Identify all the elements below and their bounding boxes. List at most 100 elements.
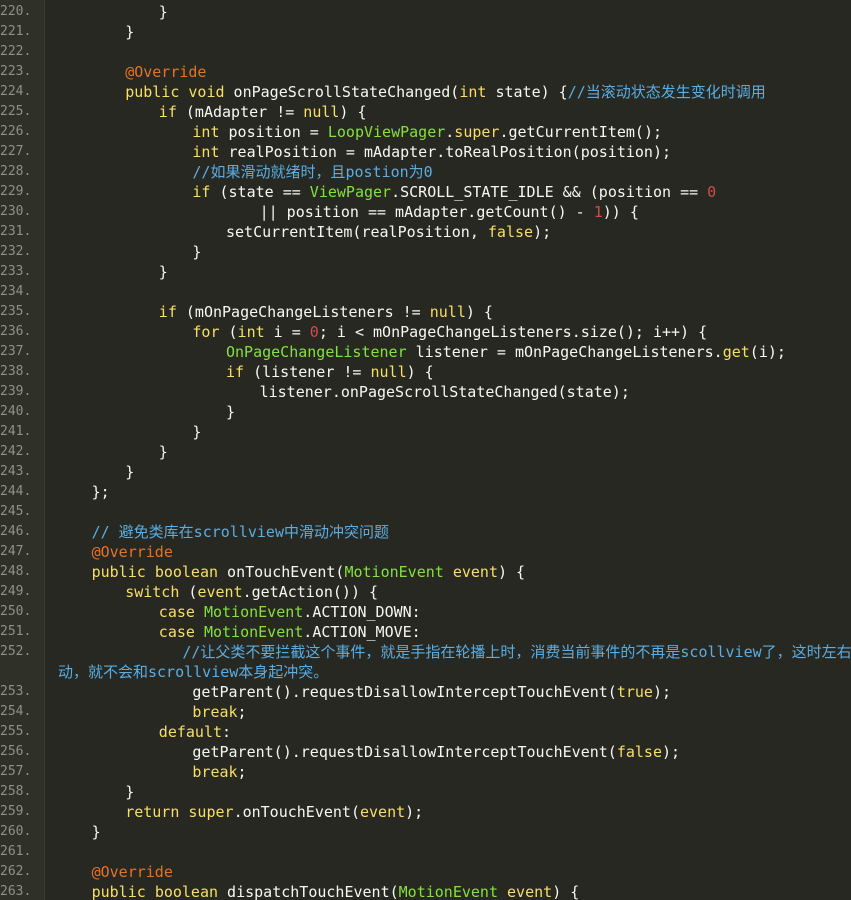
code-token: get xyxy=(722,343,750,361)
line-number: 262. xyxy=(0,864,32,879)
code-token: } xyxy=(158,3,168,21)
code-token: ( xyxy=(219,323,238,341)
code-token: dispatchTouchEvent( xyxy=(218,883,399,900)
code-token: .getCurrentItem(); xyxy=(499,123,663,141)
code-token: onTouchEvent( xyxy=(218,563,345,581)
code-token: ) { xyxy=(498,563,526,581)
code-token: boolean xyxy=(154,563,219,581)
code-line: } xyxy=(159,262,168,282)
code-editor[interactable]: 220. 221. 222. 223. 224. 225. 226. 227. 228. 229.… xyxy=(0,0,851,900)
line-number: 242. xyxy=(0,444,32,459)
code-token: MotionEvent xyxy=(203,623,304,641)
code-token: 0 xyxy=(707,183,717,201)
code-token: ) { xyxy=(339,103,367,121)
line-number: 258. xyxy=(0,784,32,799)
code-token: (state == xyxy=(210,183,310,201)
line-number: 251. xyxy=(0,624,32,639)
line-number: 241. xyxy=(0,424,32,439)
code-token: .ACTION_MOVE: xyxy=(303,623,421,641)
code-token: @Override xyxy=(125,63,207,81)
code-line: if (state == ViewPager.SCROLL_STATE_IDLE… xyxy=(192,182,716,202)
code-line: } xyxy=(192,422,201,442)
code-token: MotionEvent xyxy=(398,883,498,900)
code-token: getParent().requestDisallowInterceptTouc… xyxy=(192,743,617,761)
code-line: setCurrentItem(realPosition, false); xyxy=(226,222,551,242)
code-token: if xyxy=(158,303,177,321)
code-line: @Override xyxy=(125,62,206,82)
code-token: int xyxy=(459,83,487,101)
line-number: 230. xyxy=(0,204,32,219)
code-line: } xyxy=(125,782,134,802)
code-token: LoopViewPager xyxy=(327,123,446,141)
line-number: 221. xyxy=(0,24,32,39)
code-token: MotionEvent xyxy=(344,563,444,581)
code-token: public xyxy=(125,83,180,101)
line-number: 227. xyxy=(0,144,32,159)
code-line: }; xyxy=(92,482,110,502)
code-line: //让父类不要拦截这个事件，就是手指在轮播上时，消费当前事件的不再是scollv… xyxy=(182,642,851,662)
line-number: 236. xyxy=(0,324,32,339)
code-token: 动，就不会和scrollview本身起冲突。 xyxy=(58,663,329,681)
line-number: 223. xyxy=(0,64,32,79)
code-token: ); xyxy=(662,743,681,761)
code-line: case MotionEvent.ACTION_MOVE: xyxy=(159,622,421,642)
line-number: 226. xyxy=(0,124,32,139)
code-line: //如果滑动就绪时，且postion为0 xyxy=(192,162,432,182)
code-line: break; xyxy=(192,702,246,722)
code-token: } xyxy=(192,423,202,441)
line-number: 228. xyxy=(0,164,32,179)
line-number: 249. xyxy=(0,584,32,599)
code-line: public boolean onTouchEvent(MotionEvent … xyxy=(92,562,526,582)
code-token: listener.onPageScrollStateChanged(state)… xyxy=(259,383,630,401)
code-token: ; xyxy=(237,703,247,721)
code-line: default: xyxy=(159,722,231,742)
code-token: ); xyxy=(533,223,552,241)
code-token: //让父类不要拦截这个事件，就是手指在轮播上时，消费当前事件的不再是scollv… xyxy=(182,643,851,661)
code-token: int xyxy=(237,323,265,341)
code-token: .onTouchEvent( xyxy=(233,803,360,821)
code-token: @Override xyxy=(91,543,173,561)
code-line: } xyxy=(125,22,134,42)
line-number: 252. xyxy=(0,644,32,659)
code-token: int xyxy=(192,143,220,161)
code-line: int position = LoopViewPager.super.getCu… xyxy=(192,122,662,142)
code-token: event xyxy=(197,583,243,601)
code-line: int realPosition = mAdapter.toRealPositi… xyxy=(192,142,671,162)
code-line: } xyxy=(192,242,201,262)
line-number: 229. xyxy=(0,184,32,199)
line-number-gutter: 220. 221. 222. 223. 224. 225. 226. 227. 228. 229.… xyxy=(0,0,44,900)
gutter-divider xyxy=(44,0,45,900)
code-token: ) { xyxy=(406,363,434,381)
code-token: } xyxy=(125,463,135,481)
line-number: 220. xyxy=(0,4,32,19)
code-token: null xyxy=(303,103,340,121)
code-token: false xyxy=(616,743,662,761)
code-token: } xyxy=(125,23,135,41)
code-token: onPageScrollStateChanged( xyxy=(224,83,460,101)
code-token: int xyxy=(192,123,220,141)
code-line: break; xyxy=(192,762,246,782)
code-token: ) { xyxy=(552,883,580,900)
code-token: if xyxy=(192,183,211,201)
code-token: if xyxy=(158,103,177,121)
code-token: MotionEvent xyxy=(203,603,304,621)
code-token: .SCROLL_STATE_IDLE && (position == xyxy=(391,183,708,201)
code-token: ; i < mOnPageChangeListeners.size(); i++… xyxy=(318,323,708,341)
code-line: if (mAdapter != null) { xyxy=(159,102,367,122)
code-token: event xyxy=(452,563,498,581)
line-number: 261. xyxy=(0,844,32,859)
code-token: } xyxy=(158,263,168,281)
code-token: .getAction()) { xyxy=(242,583,379,601)
line-number: 256. xyxy=(0,744,32,759)
code-token: OnPageChangeListener xyxy=(226,343,407,361)
code-token: realPosition = mAdapter.toRealPosition(p… xyxy=(219,143,672,161)
code-token: break xyxy=(192,763,238,781)
code-token: state) { xyxy=(486,83,568,101)
line-number: 263. xyxy=(0,884,32,899)
code-token: return xyxy=(125,803,180,821)
code-line: } xyxy=(159,2,168,22)
code-token: ) { xyxy=(465,303,493,321)
code-line: 动，就不会和scrollview本身起冲突。 xyxy=(58,662,328,682)
